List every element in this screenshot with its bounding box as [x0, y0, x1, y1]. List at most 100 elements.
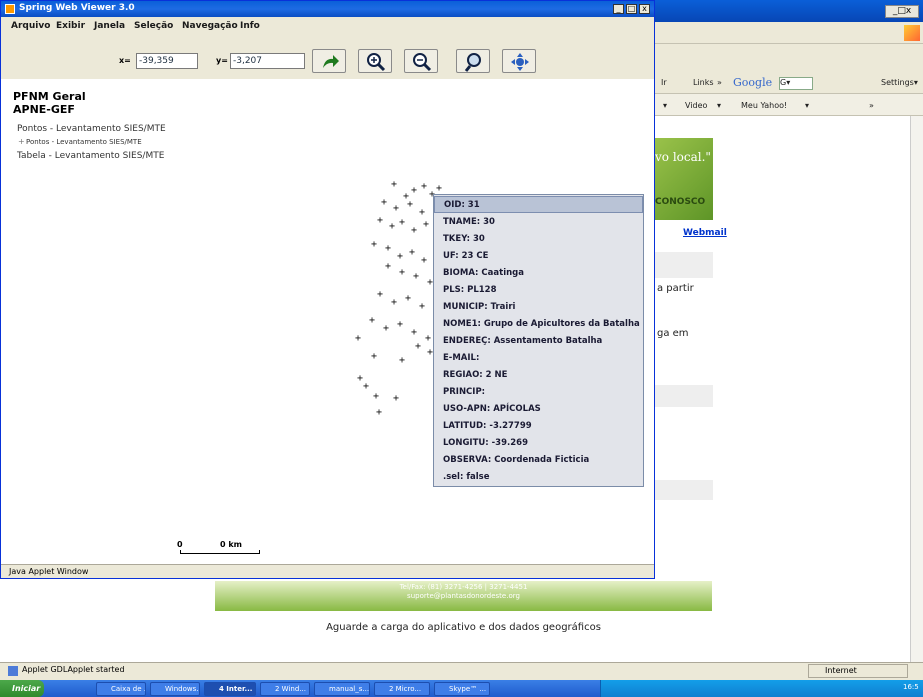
taskbar-item[interactable]: Caixa de ...	[96, 682, 146, 696]
map-point-marker[interactable]: +	[405, 293, 411, 304]
map-point-marker[interactable]: +	[399, 267, 405, 278]
popup-row[interactable]: OBSERVA: Coordenada Ficticia	[434, 452, 643, 469]
map-point-marker[interactable]: +	[393, 393, 399, 404]
map-point-marker[interactable]: +	[411, 225, 417, 236]
map-point-marker[interactable]: +	[399, 355, 405, 366]
map-point-marker[interactable]: +	[377, 289, 383, 300]
links-label[interactable]: Links	[693, 78, 714, 87]
dropdown-icon[interactable]: ▾	[663, 101, 667, 110]
popup-row[interactable]: PRINCIP:	[434, 384, 643, 401]
map-point-marker[interactable]: +	[421, 181, 427, 192]
map-point-marker[interactable]: +	[397, 251, 403, 262]
map-point-marker[interactable]: +	[391, 179, 397, 190]
menu-janela[interactable]: Janela	[94, 21, 125, 31]
map-point-marker[interactable]: +	[413, 271, 419, 282]
taskbar-item[interactable]: 2 Micro...	[374, 682, 430, 696]
menu-exibir[interactable]: Exibir	[56, 21, 85, 31]
close-button[interactable]: x	[639, 4, 650, 14]
map-point-marker[interactable]: +	[371, 351, 377, 362]
map-point-marker[interactable]: +	[381, 197, 387, 208]
map-point-marker[interactable]: +	[393, 203, 399, 214]
popup-row[interactable]: TKEY: 30	[434, 231, 643, 248]
layer-item[interactable]: Tabela - Levantamento SIES/MTE	[17, 151, 164, 161]
map-point-marker[interactable]: +	[383, 323, 389, 334]
layer-legend-item[interactable]: Pontos - Levantamento SIES/MTE	[26, 138, 142, 146]
taskbar-item[interactable]: 2 Wind...	[260, 682, 310, 696]
menu-arquivo[interactable]: Arquivo	[11, 21, 50, 31]
popup-row[interactable]: .sel: false	[434, 469, 643, 486]
taskbar-item[interactable]: manual_s...	[314, 682, 370, 696]
popup-row[interactable]: ENDEREÇ: Assentamento Batalha	[434, 333, 643, 350]
map-point-marker[interactable]: +	[419, 301, 425, 312]
start-button[interactable]: Iniciar	[0, 680, 44, 697]
map-point-marker[interactable]: +	[389, 221, 395, 232]
map-point-marker[interactable]: +	[411, 327, 417, 338]
map-point-marker[interactable]: +	[421, 255, 427, 266]
applet-titlebar[interactable]: Spring Web Viewer 3.0 _ □ x	[1, 1, 654, 17]
map-point-marker[interactable]: +	[385, 243, 391, 254]
taskbar-item[interactable]: Windows...	[150, 682, 200, 696]
popup-row[interactable]: LONGITU: -39.269	[434, 435, 643, 452]
contact-link[interactable]: CONOSCO	[655, 190, 713, 214]
zoom-in-button[interactable]	[358, 49, 392, 73]
dropdown-icon[interactable]: ▾	[805, 101, 809, 110]
map-point-marker[interactable]: +	[363, 381, 369, 392]
map-point-marker[interactable]: +	[415, 341, 421, 352]
browser-statusbar	[0, 662, 923, 680]
map-point-marker[interactable]: +	[385, 261, 391, 272]
menu-info[interactable]: Info	[240, 21, 260, 31]
popup-row[interactable]: UF: 23 CE	[434, 248, 643, 265]
taskbar-item-active[interactable]: 4 Inter...	[204, 682, 256, 696]
map-point-marker[interactable]: +	[425, 333, 431, 344]
x-coordinate-field[interactable]: -39,359	[136, 53, 198, 69]
map-point-marker[interactable]: +	[369, 315, 375, 326]
popup-row[interactable]: REGIAO: 2 NE	[434, 367, 643, 384]
popup-row[interactable]: NOME1: Grupo de Apicultores da Batalha	[434, 316, 643, 333]
y-coordinate-field[interactable]: -3,207	[230, 53, 305, 69]
chevron-icon[interactable]: »	[869, 101, 874, 110]
map-point-marker[interactable]: +	[373, 391, 379, 402]
map-point-marker[interactable]: +	[371, 239, 377, 250]
browser-window-controls[interactable]: _□x	[885, 5, 919, 18]
browser-scrollbar[interactable]	[910, 116, 923, 664]
popup-row[interactable]: BIOMA: Caatinga	[434, 265, 643, 282]
map-point-marker[interactable]: +	[391, 297, 397, 308]
map-point-marker[interactable]: +	[423, 219, 429, 230]
video-link[interactable]: Video	[685, 101, 707, 110]
popup-row[interactable]: TNAME: 30	[434, 214, 643, 231]
popup-row[interactable]: OID: 31	[434, 196, 643, 213]
settings-menu[interactable]: Settings▾	[881, 78, 918, 87]
zoom-out-button[interactable]	[404, 49, 438, 73]
layer-item[interactable]: Pontos - Levantamento SIES/MTE	[17, 124, 166, 134]
pan-button[interactable]	[502, 49, 536, 73]
popup-row[interactable]: LATITUD: -3.27799	[434, 418, 643, 435]
zoom-tool-button[interactable]	[456, 49, 490, 73]
map-point-marker[interactable]: +	[409, 247, 415, 258]
map-point-marker[interactable]: +	[419, 207, 425, 218]
map-point-marker[interactable]: +	[355, 333, 361, 344]
webmail-link[interactable]: Webmail	[683, 228, 727, 238]
popup-row[interactable]: PLS: PL128	[434, 282, 643, 299]
menu-selecao[interactable]: Seleção	[134, 21, 173, 31]
popup-row[interactable]: USO-APN: APÍCOLAS	[434, 401, 643, 418]
map-point-marker[interactable]: +	[399, 217, 405, 228]
meu-yahoo-link[interactable]: Meu Yahoo!	[741, 101, 787, 110]
map-point-marker[interactable]: +	[397, 319, 403, 330]
map-point-marker[interactable]: +	[407, 199, 413, 210]
menu-navegacao[interactable]: Navegação	[182, 21, 238, 31]
map-point-marker[interactable]: +	[436, 183, 442, 194]
dropdown-icon[interactable]: ▾	[717, 101, 721, 110]
redo-button[interactable]	[312, 49, 346, 73]
map-point-marker[interactable]: +	[377, 215, 383, 226]
map-point-marker[interactable]: +	[411, 185, 417, 196]
google-search-box[interactable]: G▾	[779, 77, 813, 90]
maximize-button[interactable]: □	[626, 4, 637, 14]
popup-row[interactable]: E-MAIL:	[434, 350, 643, 367]
chevron-icon[interactable]: »	[717, 78, 722, 87]
map-point-marker[interactable]: +	[376, 407, 382, 418]
go-button[interactable]: Ir	[661, 78, 667, 87]
popup-row[interactable]: MUNICIP: Trairi	[434, 299, 643, 316]
taskbar-item[interactable]: Skype™ ...	[434, 682, 490, 696]
project-subtitle: APNE-GEF	[13, 103, 75, 116]
minimize-button[interactable]: _	[613, 4, 624, 14]
